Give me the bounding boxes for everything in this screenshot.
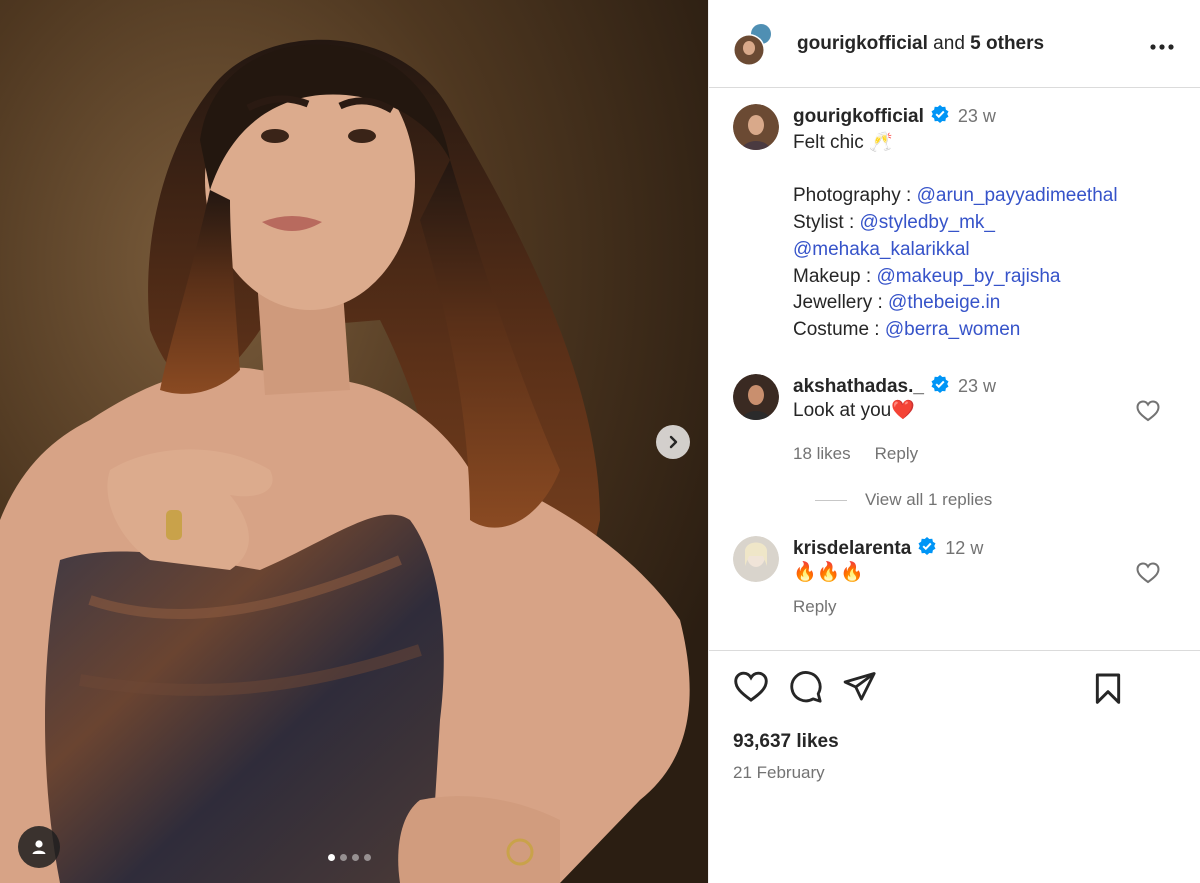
mention-link[interactable]: @berra_women: [885, 319, 1020, 340]
carousel-dot: [340, 854, 347, 861]
avatar[interactable]: [733, 373, 779, 420]
comment-username[interactable]: akshathadas._: [793, 376, 924, 397]
caption-username[interactable]: gourigkofficial: [793, 106, 924, 127]
comments-section[interactable]: gourigkofficial 23 w Felt chic 🥂 Photogra…: [709, 88, 1200, 650]
avatar-image: [733, 373, 779, 420]
comment-text: Look at you❤️: [793, 398, 996, 425]
view-replies-button[interactable]: View all 1 replies: [815, 490, 1180, 510]
carousel-dot: [352, 854, 359, 861]
chevron-right-icon: [669, 435, 678, 449]
caption: gourigkofficial 23 w Felt chic 🥂 Photogra…: [733, 104, 1180, 344]
collab-avatars[interactable]: [733, 22, 777, 66]
verified-icon: [931, 374, 949, 393]
mention-link[interactable]: @styledby_mk_: [860, 212, 995, 233]
comment: krisdelarenta 12 w 🔥🔥🔥 Reply: [733, 536, 1180, 617]
comment-timestamp[interactable]: 12 w: [945, 538, 983, 558]
header-others[interactable]: 5 others: [970, 33, 1044, 54]
header-username[interactable]: gourigkofficial: [797, 33, 928, 54]
comment: akshathadas._ 23 w Look at you❤️ 18 likes…: [733, 373, 1180, 465]
header-collab-text: and: [927, 32, 971, 54]
comment-meta: Reply: [793, 597, 983, 617]
comment-timestamp[interactable]: 23 w: [958, 376, 996, 396]
post-header-title: gourigkofficial and 5 others: [797, 33, 1044, 55]
comment-emoji: ❤️: [891, 399, 915, 421]
reply-button[interactable]: Reply: [875, 444, 918, 463]
like-button[interactable]: [733, 671, 769, 708]
avatar: [733, 23, 771, 66]
mention-link[interactable]: @arun_payyadimeethal: [917, 185, 1118, 206]
caption-line: Jewellery : @thebeige.in: [793, 290, 1118, 317]
verified-icon: [931, 105, 949, 123]
carousel-indicator: [328, 854, 371, 861]
next-photo-button[interactable]: [656, 425, 690, 459]
verified-icon: [918, 537, 936, 556]
caption-line-text: Jewellery :: [793, 292, 889, 314]
caption-line: Stylist : @styledby_mk_: [793, 210, 1118, 237]
mention-link[interactable]: @mehaka_kalarikkal: [793, 239, 970, 260]
comment-icon: [790, 670, 822, 703]
mention-link[interactable]: @makeup_by_rajisha: [876, 266, 1060, 287]
mention-link[interactable]: @thebeige.in: [888, 292, 1000, 313]
avatar[interactable]: [733, 104, 779, 150]
caption-timestamp[interactable]: 23 w: [958, 106, 996, 126]
user-tag-icon: [32, 840, 46, 854]
like-comment-heart-icon[interactable]: [1136, 562, 1160, 584]
caption-line: Makeup : @makeup_by_rajisha: [793, 264, 1118, 291]
caption-line-text: Stylist :: [793, 212, 860, 234]
bookmark-icon: [1095, 673, 1121, 704]
avatar-image: [733, 104, 779, 150]
view-replies-label: View all 1 replies: [865, 490, 993, 510]
caption-emoji: 🥂: [869, 132, 893, 153]
carousel-dot: [328, 854, 335, 861]
caption-text: Felt chic 🥂 Photography : @arun_payyadim…: [793, 130, 1118, 344]
avatar-image: [733, 536, 779, 583]
share-button[interactable]: [843, 671, 877, 708]
comment-emoji: 🔥🔥🔥: [793, 562, 864, 584]
replies-divider: [815, 499, 847, 501]
carousel-dot: [364, 854, 371, 861]
post: gourigkofficial and 5 others gourigkoffi…: [0, 0, 1200, 883]
comment-username[interactable]: krisdelarenta: [793, 538, 911, 559]
more-options-button[interactable]: [1150, 30, 1174, 56]
post-header: gourigkofficial and 5 others: [709, 0, 1200, 88]
share-icon: [843, 671, 876, 700]
caption-line-text: Felt chic: [793, 132, 870, 153]
post-likes-count[interactable]: 93,637 likes: [733, 731, 1176, 753]
comment-meta: 18 likes Reply: [793, 444, 996, 464]
post-actions: 93,637 likes 21 February: [709, 650, 1200, 883]
caption-line: @mehaka_kalarikkal: [793, 237, 1118, 264]
post-media[interactable]: [0, 0, 708, 883]
post-side-panel: gourigkofficial and 5 others gourigkoffi…: [708, 0, 1200, 883]
reply-button[interactable]: Reply: [793, 597, 836, 616]
post-photo: [0, 0, 708, 883]
caption-line-text: Costume :: [793, 318, 885, 340]
caption-line: [793, 157, 1118, 184]
caption-line-text: Makeup :: [793, 265, 877, 287]
avatar[interactable]: [733, 536, 779, 583]
caption-line: Felt chic 🥂: [793, 130, 1118, 157]
comment-likes-count[interactable]: 18 likes: [793, 444, 851, 463]
post-date[interactable]: 21 February: [733, 763, 1176, 783]
like-comment-heart-icon[interactable]: [1136, 400, 1160, 422]
save-button[interactable]: [1094, 673, 1122, 710]
more-icon: [1150, 44, 1174, 50]
caption-line: Photography : @arun_payyadimeethal: [793, 183, 1118, 210]
caption-line-text: Photography :: [793, 185, 917, 207]
caption-line: Costume : @berra_women: [793, 317, 1118, 344]
tagged-users-button[interactable]: [18, 826, 60, 868]
comment-body: Look at you: [793, 399, 892, 421]
comment-text: 🔥🔥🔥: [793, 560, 983, 587]
heart-icon: [734, 671, 768, 702]
comment-button[interactable]: [789, 670, 823, 709]
